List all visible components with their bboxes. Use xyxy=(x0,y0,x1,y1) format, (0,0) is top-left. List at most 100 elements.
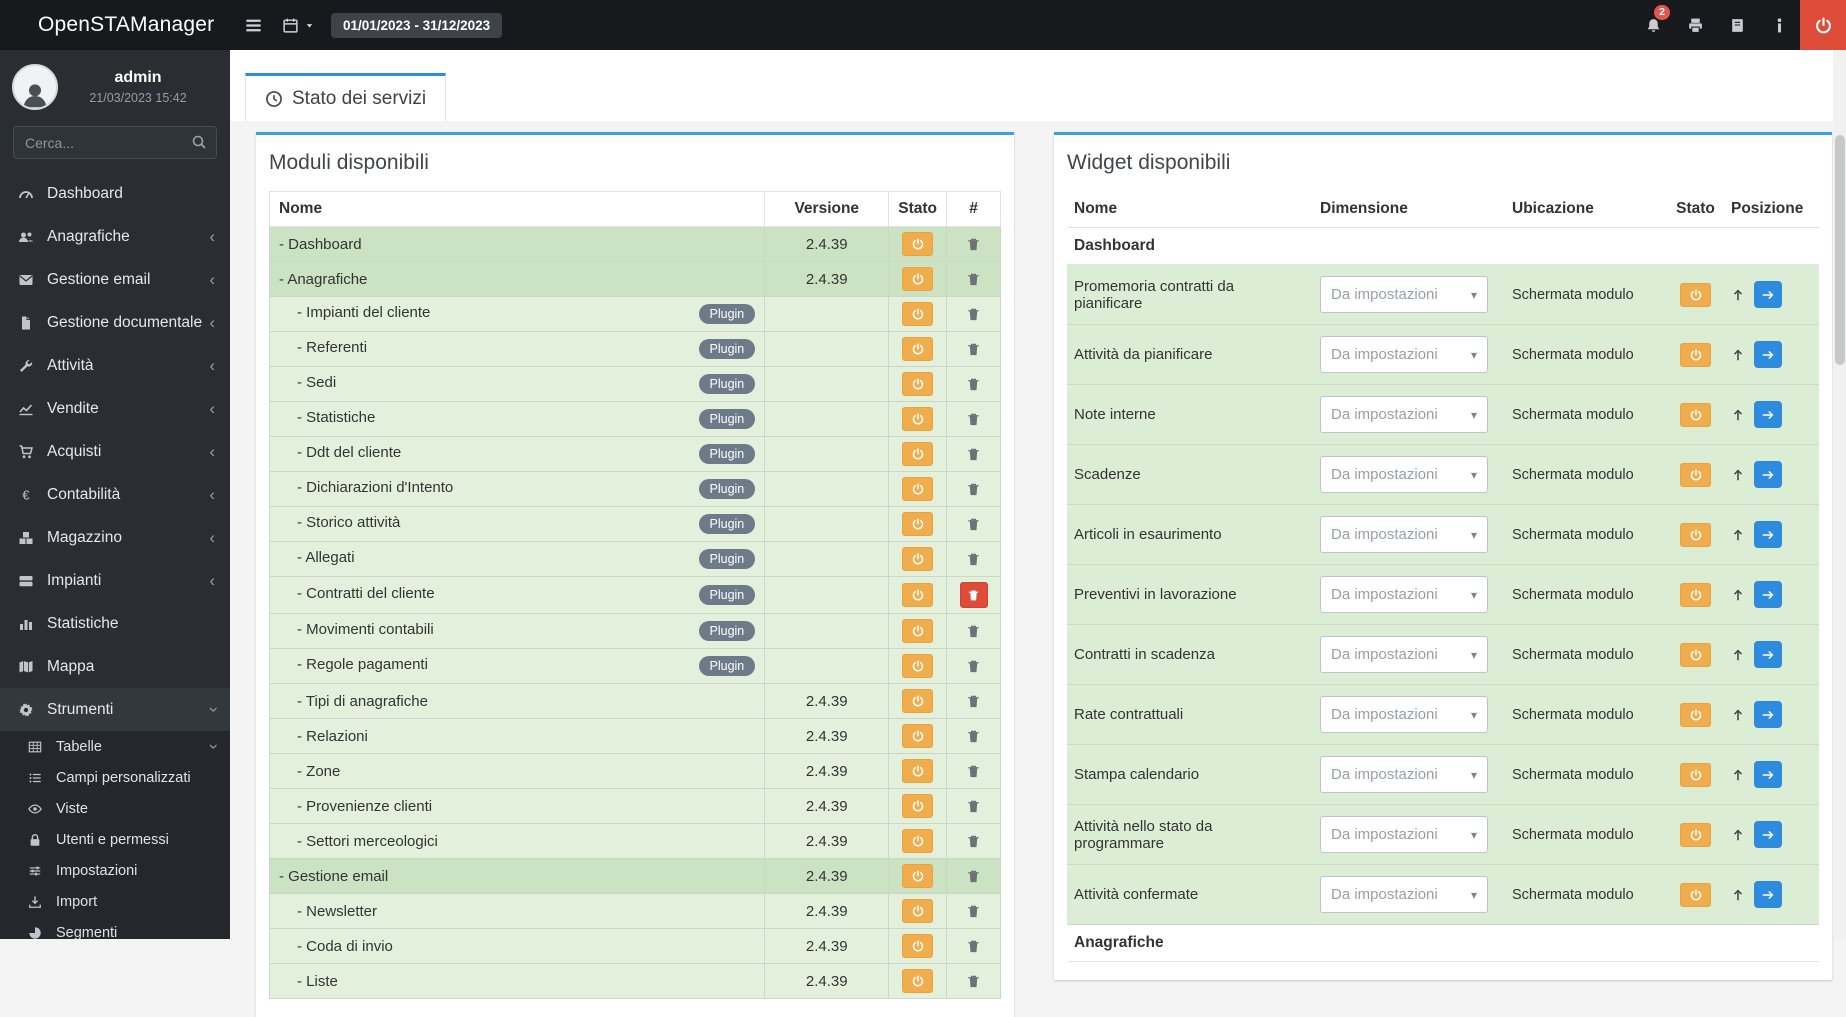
sidebar-item-segmenti[interactable]: Segmenti xyxy=(0,917,230,939)
move-to-button[interactable] xyxy=(1754,821,1782,848)
module-delete-icon[interactable] xyxy=(966,342,981,357)
search-input[interactable] xyxy=(13,126,217,159)
module-power-button[interactable] xyxy=(902,547,934,571)
sidebar-item-strumenti[interactable]: Strumenti ‹ xyxy=(0,688,230,731)
module-delete-icon[interactable] xyxy=(966,764,981,779)
module-delete-icon[interactable] xyxy=(966,694,981,709)
move-to-button[interactable] xyxy=(1754,281,1782,308)
widget-power-button[interactable] xyxy=(1680,342,1711,367)
widget-dimension-select[interactable]: Da impostazioni ▾ xyxy=(1320,456,1488,493)
widget-dimension-select[interactable]: Da impostazioni ▾ xyxy=(1320,276,1488,313)
module-power-button[interactable] xyxy=(902,372,934,396)
widget-power-button[interactable] xyxy=(1680,642,1711,667)
sidebar-item-mappa[interactable]: Mappa xyxy=(0,645,230,688)
vertical-scrollbar[interactable] xyxy=(1833,50,1846,939)
module-power-button[interactable] xyxy=(902,337,934,361)
module-delete-icon[interactable] xyxy=(966,939,981,954)
sidebar-item-campi-personalizzati[interactable]: Campi personalizzati xyxy=(0,762,230,793)
module-delete-icon[interactable] xyxy=(966,307,981,322)
move-to-button[interactable] xyxy=(1754,761,1782,788)
widget-dimension-select[interactable]: Da impostazioni ▾ xyxy=(1320,576,1488,613)
widget-dimension-select[interactable]: Da impostazioni ▾ xyxy=(1320,636,1488,673)
widget-power-button[interactable] xyxy=(1680,882,1711,907)
move-to-button[interactable] xyxy=(1754,881,1782,908)
search-icon[interactable] xyxy=(191,134,207,150)
move-up-icon[interactable] xyxy=(1731,408,1745,422)
sidebar-item-import[interactable]: Import xyxy=(0,886,230,917)
module-delete-icon[interactable] xyxy=(966,659,981,674)
widget-dimension-select[interactable]: Da impostazioni ▾ xyxy=(1320,396,1488,433)
book-button[interactable] xyxy=(1716,0,1758,50)
sidebar-item-gestione-email[interactable]: Gestione email ‹ xyxy=(0,258,230,301)
widget-dimension-select[interactable]: Da impostazioni ▾ xyxy=(1320,876,1488,913)
widget-power-button[interactable] xyxy=(1680,822,1711,847)
sidebar-item-tabelle[interactable]: Tabelle ‹ xyxy=(0,731,230,762)
sidebar-item-statistiche[interactable]: Statistiche xyxy=(0,602,230,645)
scrollbar-thumb[interactable] xyxy=(1834,135,1845,365)
module-delete-icon[interactable] xyxy=(966,904,981,919)
widget-power-button[interactable] xyxy=(1680,582,1711,607)
module-power-button[interactable] xyxy=(902,619,934,643)
module-power-button[interactable] xyxy=(902,232,934,256)
move-up-icon[interactable] xyxy=(1731,648,1745,662)
widget-power-button[interactable] xyxy=(1680,282,1711,307)
move-up-icon[interactable] xyxy=(1731,768,1745,782)
module-delete-button[interactable] xyxy=(959,582,988,608)
move-up-icon[interactable] xyxy=(1731,528,1745,542)
module-power-button[interactable] xyxy=(902,829,934,853)
printer-button[interactable] xyxy=(1674,0,1716,50)
move-up-icon[interactable] xyxy=(1731,708,1745,722)
module-delete-icon[interactable] xyxy=(966,869,981,884)
module-power-button[interactable] xyxy=(902,899,934,923)
bell-button[interactable]: 2 xyxy=(1632,0,1674,50)
sidebar-item-contabilit[interactable]: € Contabilità ‹ xyxy=(0,473,230,516)
sidebar-item-dashboard[interactable]: Dashboard xyxy=(0,172,230,215)
move-to-button[interactable] xyxy=(1754,461,1782,488)
module-power-button[interactable] xyxy=(902,864,934,888)
date-range-badge[interactable]: 01/01/2023 - 31/12/2023 xyxy=(331,12,503,38)
calendar-dropdown-button[interactable] xyxy=(282,17,315,34)
module-power-button[interactable] xyxy=(902,654,934,678)
module-power-button[interactable] xyxy=(902,689,934,713)
sidebar-item-vendite[interactable]: Vendite ‹ xyxy=(0,387,230,430)
move-up-icon[interactable] xyxy=(1731,348,1745,362)
module-delete-icon[interactable] xyxy=(966,237,981,252)
move-to-button[interactable] xyxy=(1754,341,1782,368)
module-delete-icon[interactable] xyxy=(966,377,981,392)
sidebar-toggle-button[interactable] xyxy=(230,0,276,50)
sidebar-item-acquisti[interactable]: Acquisti ‹ xyxy=(0,430,230,473)
module-power-button[interactable] xyxy=(902,302,934,326)
widget-dimension-select[interactable]: Da impostazioni ▾ xyxy=(1320,336,1488,373)
module-power-button[interactable] xyxy=(902,442,934,466)
sidebar-item-viste[interactable]: Viste xyxy=(0,793,230,824)
widget-power-button[interactable] xyxy=(1680,762,1711,787)
power-button[interactable] xyxy=(1800,0,1846,50)
module-delete-icon[interactable] xyxy=(966,447,981,462)
module-power-button[interactable] xyxy=(902,407,934,431)
module-power-button[interactable] xyxy=(902,477,934,501)
app-logo[interactable]: OpenSTAManager xyxy=(0,13,230,37)
widget-dimension-select[interactable]: Da impostazioni ▾ xyxy=(1320,756,1488,793)
move-up-icon[interactable] xyxy=(1731,468,1745,482)
widget-dimension-select[interactable]: Da impostazioni ▾ xyxy=(1320,516,1488,553)
module-power-button[interactable] xyxy=(902,969,934,993)
module-delete-icon[interactable] xyxy=(966,272,981,287)
module-power-button[interactable] xyxy=(902,267,934,291)
module-power-button[interactable] xyxy=(902,794,934,818)
module-delete-icon[interactable] xyxy=(966,624,981,639)
module-delete-icon[interactable] xyxy=(966,482,981,497)
move-to-button[interactable] xyxy=(1754,641,1782,668)
move-to-button[interactable] xyxy=(1754,701,1782,728)
move-up-icon[interactable] xyxy=(1731,588,1745,602)
sidebar-item-magazzino[interactable]: Magazzino ‹ xyxy=(0,516,230,559)
module-delete-icon[interactable] xyxy=(966,834,981,849)
move-to-button[interactable] xyxy=(1754,401,1782,428)
module-power-button[interactable] xyxy=(902,759,934,783)
info-button[interactable] xyxy=(1758,0,1800,50)
module-power-button[interactable] xyxy=(902,934,934,958)
sidebar-item-impostazioni[interactable]: Impostazioni xyxy=(0,855,230,886)
move-to-button[interactable] xyxy=(1754,521,1782,548)
move-up-icon[interactable] xyxy=(1731,888,1745,902)
sidebar-item-utenti-e-permessi[interactable]: Utenti e permessi xyxy=(0,824,230,855)
module-delete-icon[interactable] xyxy=(966,517,981,532)
